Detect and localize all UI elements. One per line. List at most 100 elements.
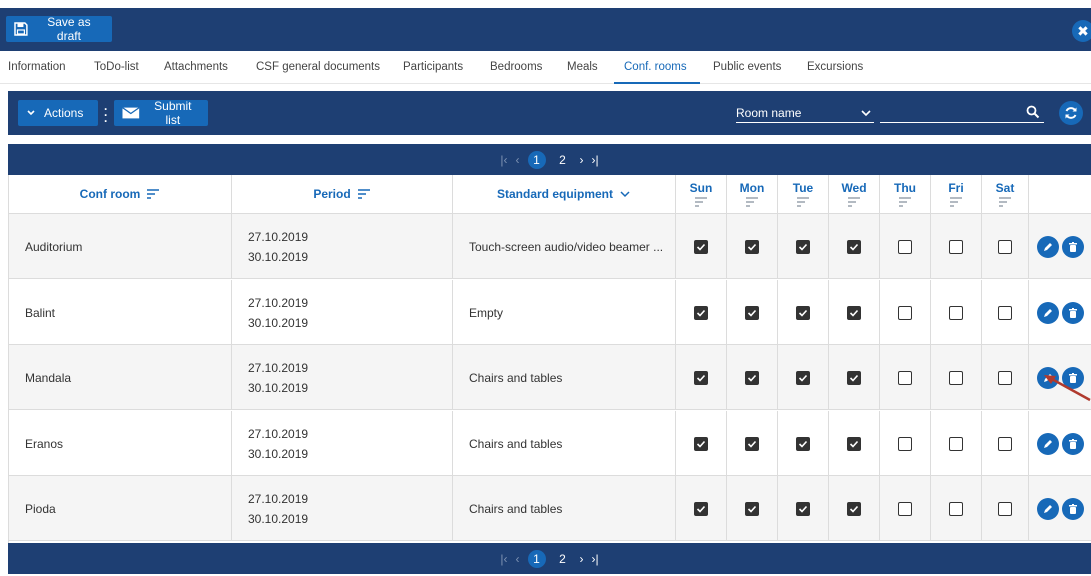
checkbox-mon[interactable] [745, 370, 759, 385]
previous-page-icon[interactable]: ‹ [516, 552, 520, 566]
room-name-select[interactable]: Room name [736, 103, 874, 123]
checkbox-mon[interactable] [745, 305, 759, 320]
tab-meals[interactable]: Meals [567, 51, 598, 84]
column-header-fri[interactable]: Fri [931, 175, 982, 214]
checkbox-wed[interactable] [847, 305, 861, 320]
column-header-conf-room[interactable]: Conf room [9, 175, 232, 214]
table-row[interactable]: Auditorium 27.10.2019 30.10.2019 Touch-scre… [9, 214, 1091, 279]
sort-icon[interactable] [898, 197, 912, 207]
table-row[interactable]: Pioda 27.10.2019 30.10.2019 Chairs and tabl… [9, 476, 1091, 541]
checkbox-wed[interactable] [847, 370, 861, 385]
checkbox-mon[interactable] [745, 501, 759, 516]
checkbox-fri[interactable] [949, 436, 963, 451]
close-icon[interactable]: ✖ [1072, 20, 1091, 42]
sort-icon[interactable] [998, 197, 1012, 207]
checkbox-fri[interactable] [949, 370, 963, 385]
column-header-wed[interactable]: Wed [829, 175, 880, 214]
column-header-thu[interactable]: Thu [880, 175, 931, 214]
table-row[interactable]: Eranos 27.10.2019 30.10.2019 Chairs and tab… [9, 411, 1091, 476]
page-2-button[interactable]: 2 [554, 151, 572, 169]
tab-excursions[interactable]: Excursions [807, 51, 863, 84]
column-header-period[interactable]: Period [232, 175, 453, 214]
column-header-mon[interactable]: Mon [727, 175, 778, 214]
sort-icon[interactable] [796, 197, 810, 207]
page-1-button[interactable]: 1 [527, 549, 546, 568]
delete-button[interactable] [1061, 497, 1084, 520]
checkbox-sun[interactable] [694, 501, 708, 516]
save-as-draft-button[interactable]: Save as draft [6, 15, 112, 43]
sort-icon[interactable] [745, 197, 759, 207]
tab-attachments[interactable]: Attachments [164, 51, 228, 84]
sort-icon[interactable] [847, 197, 861, 207]
column-header-standard-equipment[interactable]: Standard equipment [453, 175, 676, 214]
checkbox-thu[interactable] [898, 305, 912, 320]
tab-participants[interactable]: Participants [403, 51, 463, 84]
checkbox-thu[interactable] [898, 436, 912, 451]
checkbox-sat[interactable] [998, 370, 1012, 385]
table-row[interactable]: Balint 27.10.2019 30.10.2019 Empty [9, 280, 1091, 345]
tab-csf-general-documents[interactable]: CSF general documents [256, 51, 380, 84]
checkbox-tue[interactable] [796, 501, 810, 516]
page-1-button[interactable]: 1 [527, 150, 546, 169]
checkbox-wed[interactable] [847, 239, 861, 254]
search-input[interactable] [880, 103, 1044, 123]
checkbox-sun[interactable] [694, 370, 708, 385]
sort-icon[interactable] [146, 189, 160, 199]
table-row[interactable]: Mandala 27.10.2019 30.10.2019 Chairs and ta… [9, 345, 1091, 410]
submit-list-button[interactable]: Submit list [114, 99, 208, 127]
edit-button[interactable] [1036, 301, 1059, 324]
checkbox-thu[interactable] [898, 370, 912, 385]
checkbox-tue[interactable] [796, 436, 810, 451]
last-page-icon[interactable]: ›| [592, 153, 599, 167]
checkbox-thu[interactable] [898, 239, 912, 254]
sort-icon[interactable] [694, 197, 708, 207]
chevron-down-icon[interactable] [619, 189, 631, 199]
checkbox-wed[interactable] [847, 501, 861, 516]
delete-button[interactable] [1061, 301, 1084, 324]
checkbox-wed[interactable] [847, 436, 861, 451]
checkbox-sat[interactable] [998, 305, 1012, 320]
next-page-icon[interactable]: › [580, 552, 584, 566]
tab-bedrooms[interactable]: Bedrooms [490, 51, 542, 84]
checkbox-thu[interactable] [898, 501, 912, 516]
delete-button[interactable] [1061, 235, 1084, 258]
checkbox-tue[interactable] [796, 239, 810, 254]
first-page-icon[interactable]: |‹ [500, 552, 507, 566]
checkbox-tue[interactable] [796, 370, 810, 385]
checkbox-sat[interactable] [998, 501, 1012, 516]
checkbox-fri[interactable] [949, 501, 963, 516]
last-page-icon[interactable]: ›| [592, 552, 599, 566]
tab-information[interactable]: Information [8, 51, 66, 84]
more-options-icon[interactable]: · · · [104, 103, 108, 127]
delete-button[interactable] [1061, 432, 1084, 455]
edit-button[interactable] [1036, 497, 1059, 520]
edit-button[interactable] [1036, 432, 1059, 455]
checkbox-sat[interactable] [998, 239, 1012, 254]
checkbox-sun[interactable] [694, 436, 708, 451]
sort-icon[interactable] [357, 189, 371, 199]
checkbox-sun[interactable] [694, 239, 708, 254]
edit-button[interactable] [1036, 235, 1059, 258]
checkbox-sun[interactable] [694, 305, 708, 320]
tab-public-events[interactable]: Public events [713, 51, 781, 84]
next-page-icon[interactable]: › [580, 153, 584, 167]
checkbox-fri[interactable] [949, 305, 963, 320]
column-header-sun[interactable]: Sun [676, 175, 727, 214]
tab-conf-rooms[interactable]: Conf. rooms [614, 51, 700, 84]
cell-fri [931, 214, 982, 279]
checkbox-mon[interactable] [745, 436, 759, 451]
column-header-tue[interactable]: Tue [778, 175, 829, 214]
column-header-sat[interactable]: Sat [982, 175, 1029, 214]
refresh-button[interactable] [1059, 101, 1083, 125]
actions-button[interactable]: Actions [18, 100, 98, 126]
sort-icon[interactable] [949, 197, 963, 207]
first-page-icon[interactable]: |‹ [500, 153, 507, 167]
tab-todo-list[interactable]: ToDo-list [94, 51, 139, 84]
page-2-button[interactable]: 2 [554, 550, 572, 568]
search-icon[interactable] [1026, 105, 1040, 119]
checkbox-mon[interactable] [745, 239, 759, 254]
checkbox-tue[interactable] [796, 305, 810, 320]
checkbox-sat[interactable] [998, 436, 1012, 451]
checkbox-fri[interactable] [949, 239, 963, 254]
previous-page-icon[interactable]: ‹ [516, 153, 520, 167]
